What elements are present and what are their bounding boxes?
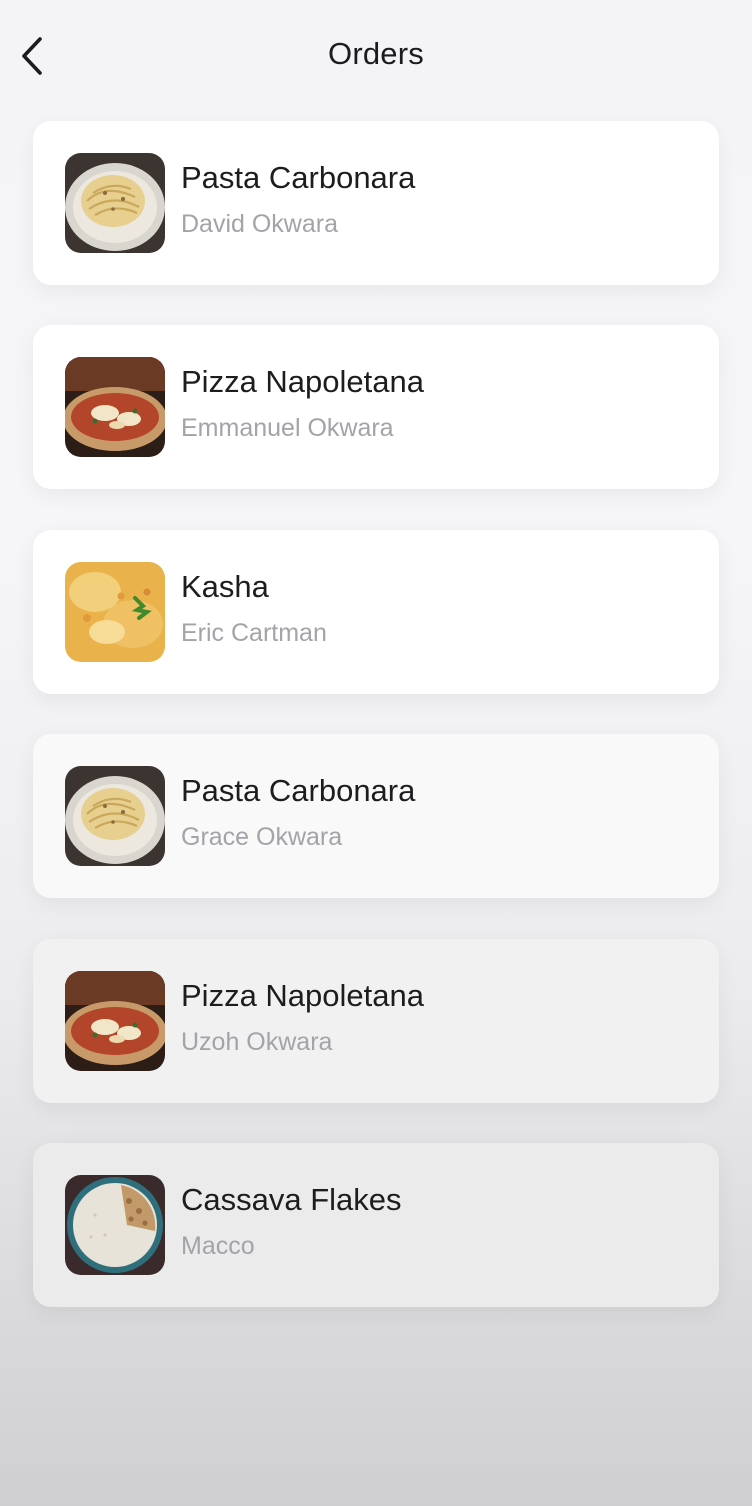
- order-dish-name: Pasta Carbonara: [181, 160, 416, 195]
- order-thumbnail: [65, 153, 165, 253]
- order-customer-name: David Okwara: [181, 210, 338, 238]
- order-card[interactable]: Pasta Carbonara David Okwara: [33, 121, 719, 285]
- order-dish-name: Cassava Flakes: [181, 1181, 402, 1217]
- pizza-photo-icon: [65, 357, 165, 458]
- order-thumbnail: [65, 766, 165, 867]
- order-dish-name: Pizza Napoletana: [181, 977, 424, 1013]
- order-customer-name: Emmanuel Okwara: [181, 414, 394, 443]
- order-customer-name: Eric Cartman: [181, 618, 327, 647]
- order-dish-name: Pasta Carbonara: [181, 773, 416, 809]
- order-dish-name: Kasha: [181, 568, 269, 604]
- cassava-photo-icon: [65, 1174, 165, 1275]
- order-customer-name: Macco: [181, 1231, 255, 1260]
- order-thumbnail: [65, 357, 165, 458]
- kasha-photo-icon: [65, 561, 165, 662]
- order-card[interactable]: Cassava Flakes Macco: [33, 1142, 719, 1307]
- order-dish-name: Pizza Napoletana: [181, 364, 424, 400]
- order-card[interactable]: Kasha Eric Cartman: [33, 529, 719, 694]
- pizza-photo-icon: [65, 970, 165, 1071]
- order-customer-name: Uzoh Okwara: [181, 1027, 333, 1056]
- pasta-photo-icon: [65, 766, 165, 867]
- header-bar: Orders: [0, 0, 752, 110]
- order-card[interactable]: Pizza Napoletana Uzoh Okwara: [33, 938, 719, 1103]
- order-card[interactable]: Pizza Napoletana Emmanuel Okwara: [33, 325, 719, 490]
- order-thumbnail: [65, 970, 165, 1071]
- pasta-photo-icon: [65, 153, 165, 253]
- order-card[interactable]: Pasta Carbonara Grace Okwara: [33, 734, 719, 899]
- order-thumbnail: [65, 561, 165, 662]
- order-customer-name: Grace Okwara: [181, 823, 343, 852]
- orders-list: Pasta Carbonara David Okwara Pizza Napol…: [33, 121, 719, 1347]
- page-title: Orders: [328, 36, 424, 71]
- order-thumbnail: [65, 1174, 165, 1275]
